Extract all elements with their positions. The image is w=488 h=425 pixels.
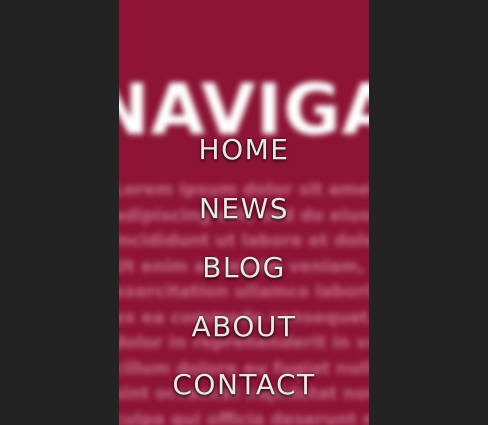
main-navigation: HOME NEWS BLOG ABOUT CONTACT <box>119 0 369 425</box>
nav-link-contact[interactable]: CONTACT <box>172 369 315 401</box>
nav-link-about[interactable]: ABOUT <box>191 311 296 343</box>
nav-item-blog: BLOG <box>119 252 369 284</box>
nav-item-contact: CONTACT <box>119 369 369 401</box>
nav-item-news: NEWS <box>119 193 369 225</box>
nav-item-home: HOME <box>119 134 369 166</box>
nav-link-blog[interactable]: BLOG <box>202 252 286 284</box>
page: NAVIGATION Lorem ipsum dolor sit amet, c… <box>0 0 488 425</box>
nav-link-home[interactable]: HOME <box>199 134 290 166</box>
nav-item-about: ABOUT <box>119 311 369 343</box>
nav-link-news[interactable]: NEWS <box>199 193 289 225</box>
